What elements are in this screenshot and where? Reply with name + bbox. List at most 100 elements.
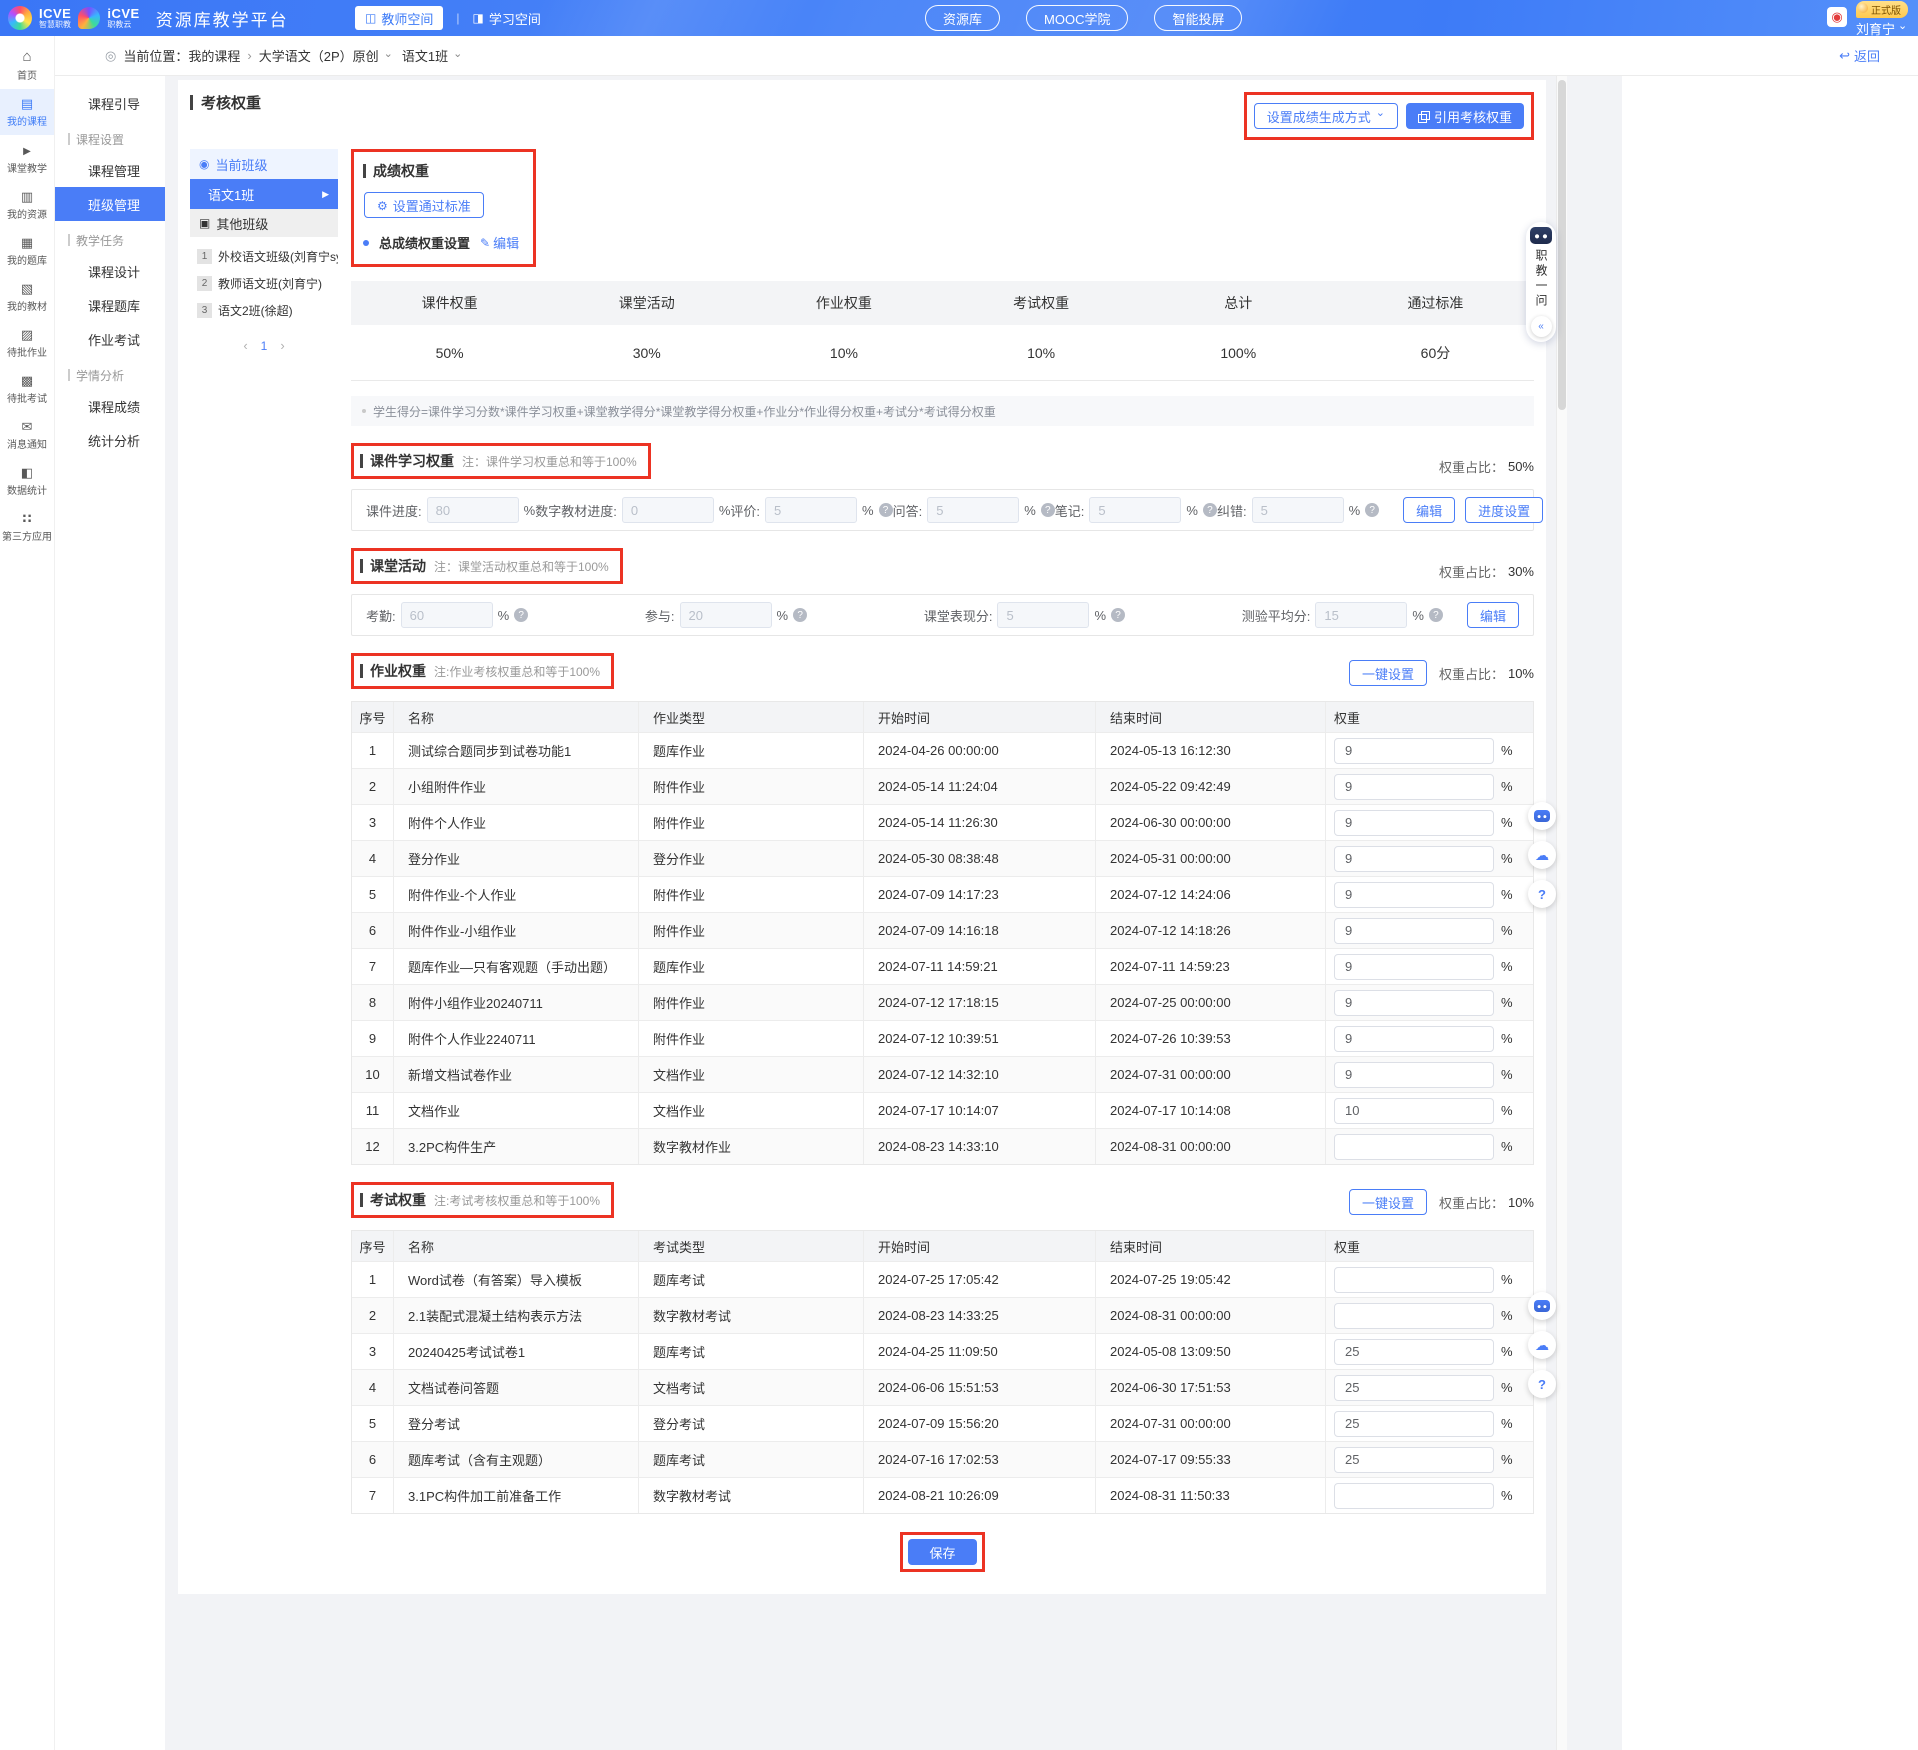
breadcrumb-root[interactable]: 我的课程 xyxy=(188,46,240,65)
rail-item[interactable]: 消息通知 xyxy=(0,412,54,458)
field-input[interactable] xyxy=(401,602,493,628)
field-input[interactable] xyxy=(1089,497,1181,523)
courseware-edit-button[interactable]: 编辑 xyxy=(1403,497,1455,523)
download-button[interactable] xyxy=(1528,1331,1556,1359)
scrollbar-track[interactable] xyxy=(1556,76,1567,1750)
submenu-item[interactable]: 课程题库 xyxy=(55,288,165,322)
weight-input[interactable] xyxy=(1334,1026,1494,1052)
submenu-item[interactable]: 课程设计 xyxy=(55,254,165,288)
save-button[interactable]: 保存 xyxy=(908,1539,976,1565)
field-input[interactable] xyxy=(622,497,714,523)
teacher-space-tab[interactable]: ◫ 教师空间 xyxy=(355,6,443,30)
topbar-link[interactable]: 智能投屏 xyxy=(1154,5,1242,31)
rail-item[interactable]: 首页 xyxy=(0,41,54,89)
breadcrumb-class[interactable]: 语文1班 xyxy=(402,46,448,65)
class-list-item[interactable]: 1 外校语文班级(刘育宁sy) xyxy=(190,243,338,270)
classroom-edit-button[interactable]: 编辑 xyxy=(1467,602,1519,628)
submenu-item[interactable]: 课程设置 xyxy=(55,125,165,153)
help-icon[interactable] xyxy=(1429,608,1443,622)
set-pass-standard-button[interactable]: 设置通过标准 xyxy=(364,192,484,218)
help-icon[interactable] xyxy=(793,608,807,622)
rail-item[interactable]: 我的题库 xyxy=(0,228,54,274)
help-icon[interactable] xyxy=(1365,503,1379,517)
weight-input[interactable] xyxy=(1334,1447,1494,1473)
submenu-item[interactable]: 学情分析 xyxy=(55,361,165,389)
weight-input[interactable] xyxy=(1334,846,1494,872)
submenu-item[interactable]: 统计分析 xyxy=(55,423,165,457)
submenu-item[interactable]: 班级管理 xyxy=(55,187,165,221)
chevron-down-icon[interactable] xyxy=(384,48,393,63)
ai-assistant-button[interactable] xyxy=(1528,802,1556,830)
weight-input[interactable] xyxy=(1334,1483,1494,1509)
field-input[interactable] xyxy=(997,602,1089,628)
rail-item[interactable]: 我的资源 xyxy=(0,182,54,228)
weight-input[interactable] xyxy=(1334,810,1494,836)
submenu-item[interactable]: 作业考试 xyxy=(55,322,165,356)
field-input[interactable] xyxy=(1252,497,1344,523)
class-list-item[interactable]: 3 语文2班(徐超) xyxy=(190,297,338,324)
homework-oneclick-button[interactable]: 一键设置 xyxy=(1349,660,1427,686)
weight-input[interactable] xyxy=(1334,990,1494,1016)
chevron-down-icon[interactable] xyxy=(453,48,462,63)
submenu-item[interactable]: 教学任务 xyxy=(55,226,165,254)
field-input[interactable] xyxy=(680,602,772,628)
help-icon[interactable] xyxy=(1111,608,1125,622)
field-input[interactable] xyxy=(765,497,857,523)
prev-page-icon[interactable]: ‹ xyxy=(243,338,247,353)
help-button[interactable] xyxy=(1528,880,1556,908)
help-icon[interactable] xyxy=(879,503,893,517)
total-weight-edit-link[interactable]: 编辑 xyxy=(480,233,519,252)
exam-table-header: 序号 名称 考试类型 开始时间 结束时间 权重 xyxy=(352,1231,1533,1261)
breadcrumb-course[interactable]: 大学语文（2P）原创 xyxy=(259,46,379,65)
student-space-tab[interactable]: ◨ 学习空间 xyxy=(472,9,540,28)
set-grade-method-button[interactable]: 设置成绩生成方式 xyxy=(1254,103,1398,129)
next-page-icon[interactable]: › xyxy=(280,338,284,353)
help-icon[interactable] xyxy=(514,608,528,622)
weight-input[interactable] xyxy=(1334,1134,1494,1160)
ai-assistant-button[interactable] xyxy=(1528,1292,1556,1320)
rail-item[interactable]: 待批作业 xyxy=(0,320,54,366)
weight-input[interactable] xyxy=(1334,1303,1494,1329)
weight-input[interactable] xyxy=(1334,1062,1494,1088)
quote-assessment-weight-button[interactable]: 引用考核权重 xyxy=(1406,103,1524,129)
scrollbar-thumb[interactable] xyxy=(1558,80,1566,410)
topbar-link[interactable]: 资源库 xyxy=(925,5,1000,31)
exam-oneclick-button[interactable]: 一键设置 xyxy=(1349,1189,1427,1215)
weight-input[interactable] xyxy=(1334,738,1494,764)
current-class-item[interactable]: 语文1班 ▶ xyxy=(190,179,338,209)
field-input[interactable] xyxy=(927,497,1019,523)
mini-app-icon[interactable]: ◉ xyxy=(1827,7,1847,27)
rail-item[interactable]: 我的教材 xyxy=(0,274,54,320)
exam-name: 登分考试 xyxy=(394,1406,639,1441)
weight-input[interactable] xyxy=(1334,954,1494,980)
rail-item[interactable]: 课堂教学 xyxy=(0,135,54,182)
topbar-link[interactable]: MOOC学院 xyxy=(1026,5,1128,31)
back-button[interactable]: 返回 xyxy=(1839,46,1880,65)
submenu-item[interactable]: 课程成绩 xyxy=(55,389,165,423)
weight-input[interactable] xyxy=(1334,1375,1494,1401)
weight-input[interactable] xyxy=(1334,1098,1494,1124)
weight-input[interactable] xyxy=(1334,774,1494,800)
progress-settings-button[interactable]: 进度设置 xyxy=(1465,497,1543,523)
help-icon[interactable] xyxy=(1203,503,1217,517)
rail-item[interactable]: 第三方应用 xyxy=(0,504,54,550)
field-input[interactable] xyxy=(1315,602,1407,628)
class-list-item[interactable]: 2 教师语文班(刘育宁) xyxy=(190,270,338,297)
weight-input[interactable] xyxy=(1334,1339,1494,1365)
user-menu[interactable]: 刘育宁 xyxy=(1856,19,1907,38)
weight-input[interactable] xyxy=(1334,1411,1494,1437)
ai-assistant-tab[interactable]: 职教一问 xyxy=(1526,222,1556,342)
submenu-item[interactable]: 课程管理 xyxy=(55,153,165,187)
help-button[interactable] xyxy=(1528,1370,1556,1398)
field-input[interactable] xyxy=(427,497,519,523)
weight-input[interactable] xyxy=(1334,882,1494,908)
help-icon[interactable] xyxy=(1041,503,1055,517)
rail-item[interactable]: 数据统计 xyxy=(0,458,54,504)
download-button[interactable] xyxy=(1528,841,1556,869)
rail-item[interactable]: 我的课程 xyxy=(0,89,54,135)
rail-item[interactable]: 待批考试 xyxy=(0,366,54,412)
collapse-icon[interactable] xyxy=(1531,316,1552,337)
weight-input[interactable] xyxy=(1334,1267,1494,1293)
weight-input[interactable] xyxy=(1334,918,1494,944)
submenu-item[interactable]: 课程引导 xyxy=(55,86,165,120)
